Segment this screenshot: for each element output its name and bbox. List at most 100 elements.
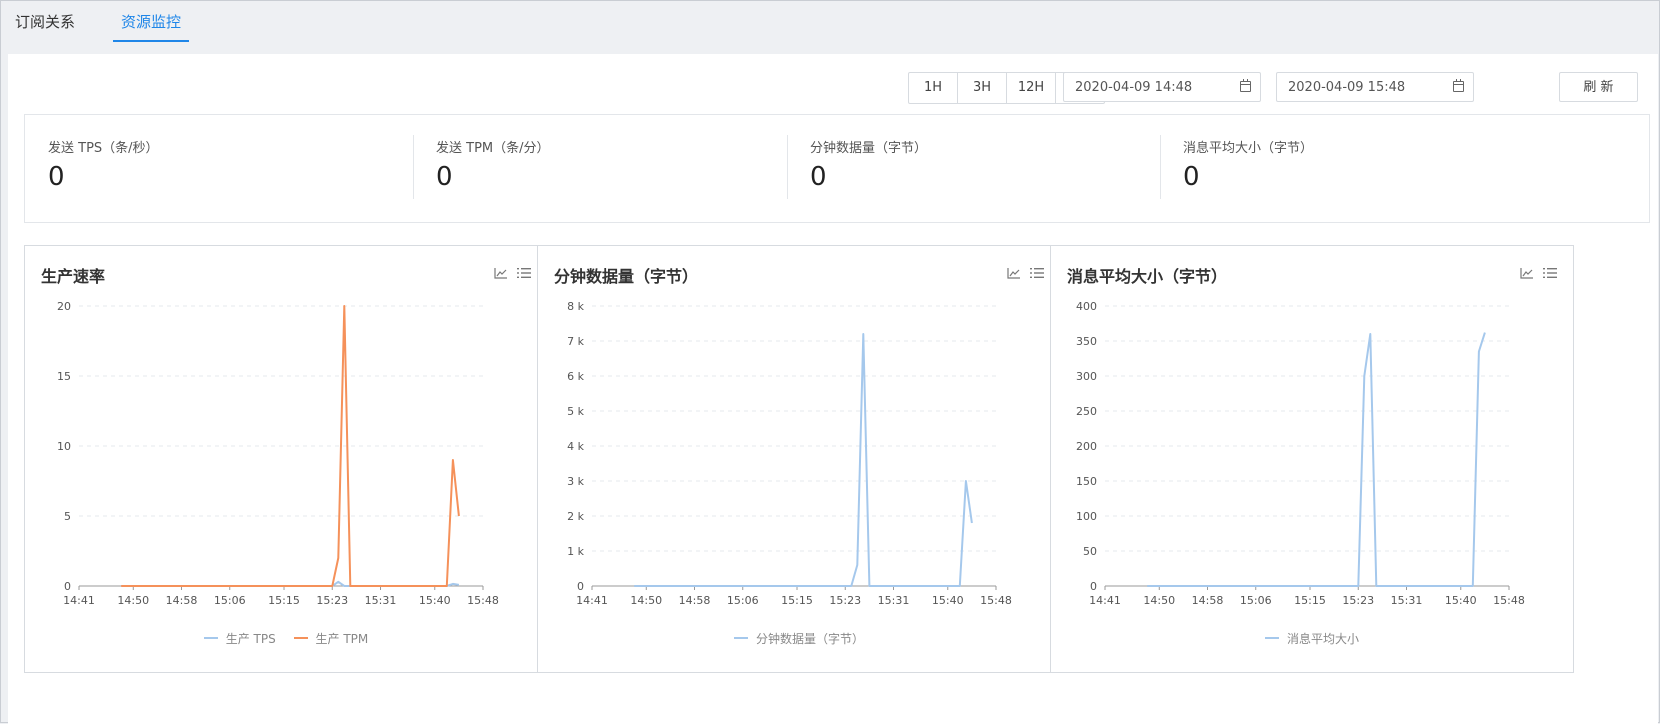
range-1h-button[interactable]: 1H xyxy=(909,73,958,103)
x-tick-label: 14:50 xyxy=(630,594,662,607)
end-date-picker[interactable]: 2020-04-09 15:48 xyxy=(1276,72,1474,102)
series-line xyxy=(1147,332,1486,587)
main-panel: 1H 3H 12H 1D 2020-04-09 14:48 ~ 2020-04-… xyxy=(8,54,1658,724)
y-tick-label: 0 xyxy=(577,580,584,593)
calendar-icon[interactable] xyxy=(1240,79,1251,92)
chart-card-avg-message-size: 消息平均大小（字节） 0 50 100 150 200 250 300 350 400 14:41… xyxy=(1050,245,1574,673)
y-tick-label: 300 xyxy=(1076,370,1097,383)
stat-label: 发送 TPM（条/分） xyxy=(436,141,550,156)
stat-value: 0 xyxy=(1183,162,1200,192)
y-tick-label: 200 xyxy=(1076,440,1097,453)
chart-legend: 分钟数据量（字节） xyxy=(538,628,1060,647)
x-tick-label: 14:41 xyxy=(63,594,95,607)
stat-value: 0 xyxy=(48,162,65,192)
x-tick-label: 15:15 xyxy=(781,594,813,607)
y-tick-label: 15 xyxy=(57,370,71,383)
y-tick-label: 400 xyxy=(1076,300,1097,313)
x-tick-label: 14:50 xyxy=(117,594,149,607)
calendar-icon[interactable] xyxy=(1453,79,1464,92)
y-tick-label: 0 xyxy=(1090,580,1097,593)
y-tick-label: 3 k xyxy=(567,475,584,488)
chart-plot: 0 1 k 2 k 3 k 4 k 5 k 6 k 7 k 8 k 14:41 14:50 14:58… xyxy=(567,300,1012,607)
legend-label: 消息平均大小 xyxy=(1286,631,1359,646)
y-tick-label: 5 k xyxy=(567,405,584,418)
x-tick-label: 15:31 xyxy=(878,594,910,607)
y-tick-label: 8 k xyxy=(567,300,584,313)
range-12h-button[interactable]: 12H xyxy=(1007,73,1056,103)
stat-send-tpm: 发送 TPM（条/分） 0 xyxy=(436,137,550,192)
stat-value: 0 xyxy=(436,162,453,192)
stat-send-tps: 发送 TPS（条/秒） 0 xyxy=(48,137,159,192)
x-tick-label: 14:41 xyxy=(576,594,608,607)
y-tick-label: 4 k xyxy=(567,440,584,453)
stat-minute-bytes: 分钟数据量（字节） 0 xyxy=(810,137,927,192)
x-tick-label: 15:48 xyxy=(467,594,499,607)
divider xyxy=(413,135,414,199)
tab-subscriptions[interactable]: 订阅关系 xyxy=(15,11,75,40)
app-frame: 订阅关系 资源监控 1H 3H 12H 1D 2020-04-09 14:48 … xyxy=(0,0,1660,724)
chart-legend: 消息平均大小 xyxy=(1051,628,1573,647)
x-tick-label: 15:15 xyxy=(1294,594,1326,607)
x-tick-label: 15:40 xyxy=(932,594,964,607)
y-tick-label: 10 xyxy=(57,440,71,453)
y-tick-label: 250 xyxy=(1076,405,1097,418)
series-line xyxy=(634,333,973,587)
x-tick-label: 15:48 xyxy=(1493,594,1525,607)
y-tick-label: 6 k xyxy=(567,370,584,383)
x-tick-label: 15:40 xyxy=(419,594,451,607)
refresh-button[interactable]: 刷 新 xyxy=(1559,72,1638,102)
x-tick-label: 15:06 xyxy=(1240,594,1272,607)
x-tick-label: 14:50 xyxy=(1143,594,1175,607)
stat-label: 消息平均大小（字节） xyxy=(1183,141,1314,156)
y-tick-label: 7 k xyxy=(567,335,584,348)
divider xyxy=(1160,135,1161,199)
x-tick-label: 15:23 xyxy=(829,594,861,607)
start-date-value: 2020-04-09 14:48 xyxy=(1075,80,1193,95)
legend-label: 分钟数据量（字节） xyxy=(755,631,864,646)
y-tick-label: 2 k xyxy=(567,510,584,523)
legend-item[interactable]: 分钟数据量（字节） xyxy=(733,630,864,647)
chart-card-minute-bytes: 分钟数据量（字节） 0 1 k 2 k 3 k 4 k 5 k 6 k 7 k 8 k 14:41… xyxy=(537,245,1061,673)
legend-item[interactable]: 生产 TPS xyxy=(203,630,276,647)
legend-swatch xyxy=(293,637,308,639)
range-3h-button[interactable]: 3H xyxy=(958,73,1007,103)
y-tick-label: 1 k xyxy=(567,545,584,558)
chart-card-production-rate: 生产速率 0 5 10 15 20 14:41 14:50 14:58 15:06 15:15 15… xyxy=(24,245,548,673)
legend-swatch xyxy=(203,637,218,639)
x-tick-label: 15:48 xyxy=(980,594,1012,607)
chart-plot: 0 5 10 15 20 14:41 14:50 14:58 15:06 15:15 15:23 15… xyxy=(57,300,499,607)
x-tick-label: 15:23 xyxy=(1342,594,1374,607)
y-tick-label: 0 xyxy=(64,580,71,593)
tab-resource-monitor[interactable]: 资源监控 xyxy=(113,11,190,42)
stat-label: 分钟数据量（字节） xyxy=(810,141,928,156)
end-date-value: 2020-04-09 15:48 xyxy=(1288,80,1406,95)
y-tick-label: 5 xyxy=(64,510,71,523)
stat-label: 发送 TPS（条/秒） xyxy=(48,141,159,156)
x-tick-label: 14:41 xyxy=(1089,594,1121,607)
x-tick-label: 15:15 xyxy=(268,594,300,607)
x-tick-label: 14:58 xyxy=(1192,594,1224,607)
stat-value: 0 xyxy=(810,162,827,192)
divider xyxy=(787,135,788,199)
y-tick-label: 350 xyxy=(1076,335,1097,348)
stats-panel: 发送 TPS（条/秒） 0 发送 TPM（条/分） 0 分钟数据量（字节） 0 … xyxy=(24,114,1650,223)
x-tick-label: 15:31 xyxy=(1391,594,1423,607)
x-tick-label: 14:58 xyxy=(679,594,711,607)
legend-label: 生产 TPS xyxy=(225,631,276,646)
y-tick-label: 50 xyxy=(1083,545,1097,558)
y-tick-label: 150 xyxy=(1076,475,1097,488)
stat-avg-message-size: 消息平均大小（字节） 0 xyxy=(1183,137,1313,192)
legend-swatch xyxy=(1264,637,1279,639)
x-tick-label: 15:40 xyxy=(1445,594,1477,607)
start-date-picker[interactable]: 2020-04-09 14:48 xyxy=(1063,72,1261,102)
x-tick-label: 15:31 xyxy=(365,594,397,607)
x-tick-label: 15:23 xyxy=(316,594,348,607)
x-tick-label: 15:06 xyxy=(214,594,246,607)
y-tick-label: 100 xyxy=(1076,510,1097,523)
legend-swatch xyxy=(733,637,748,639)
chart-legend: 生产 TPS 生产 TPM xyxy=(25,628,547,647)
x-tick-label: 15:06 xyxy=(727,594,759,607)
legend-item[interactable]: 消息平均大小 xyxy=(1264,630,1359,647)
legend-item[interactable]: 生产 TPM xyxy=(293,630,368,647)
x-tick-label: 14:58 xyxy=(166,594,198,607)
